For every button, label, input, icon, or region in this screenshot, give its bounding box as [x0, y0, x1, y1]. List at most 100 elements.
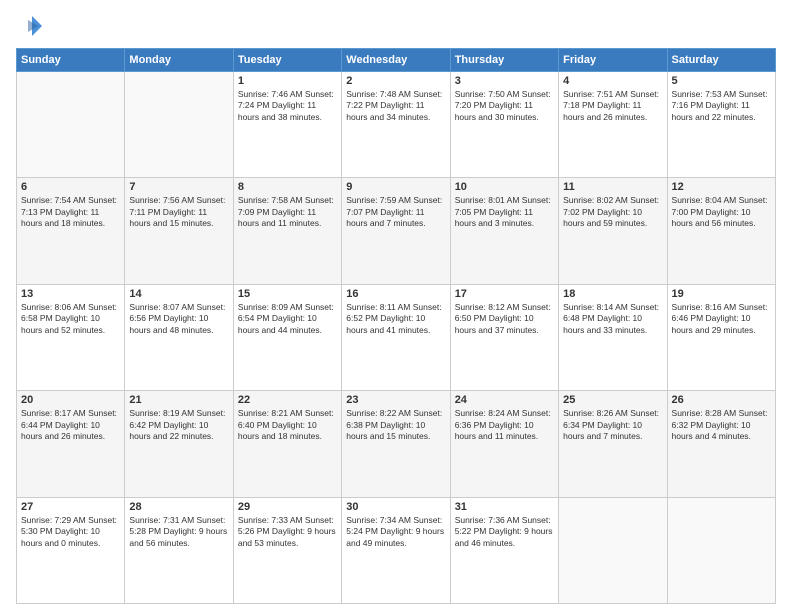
day-detail: Sunrise: 8:11 AM Sunset: 6:52 PM Dayligh…: [346, 302, 445, 336]
calendar-day-cell: 8 Sunrise: 7:58 AM Sunset: 7:09 PM Daylig…: [233, 178, 341, 284]
day-number: 14: [129, 288, 228, 300]
day-detail: Sunrise: 8:28 AM Sunset: 6:32 PM Dayligh…: [672, 408, 771, 442]
day-number: 28: [129, 501, 228, 513]
calendar-day-cell: 16 Sunrise: 8:11 AM Sunset: 6:52 PM Dayli…: [342, 284, 450, 390]
calendar-day-cell: 23 Sunrise: 8:22 AM Sunset: 6:38 PM Dayli…: [342, 391, 450, 497]
calendar-day-cell: 25Sunrise: 8:26 AM Sunset: 6:34 PM Dayli…: [559, 391, 667, 497]
calendar-day-cell: 11 Sunrise: 8:02 AM Sunset: 7:02 PM Dayli…: [559, 178, 667, 284]
logo-icon: [16, 12, 44, 40]
calendar-day-cell: [559, 497, 667, 603]
day-number: 8: [238, 181, 337, 193]
calendar-day-cell: 24Sunrise: 8:24 AM Sunset: 6:36 PM Dayli…: [450, 391, 558, 497]
day-number: 20: [21, 394, 120, 406]
day-detail: Sunrise: 7:31 AM Sunset: 5:28 PM Dayligh…: [129, 515, 228, 549]
calendar-day-cell: 14 Sunrise: 8:07 AM Sunset: 6:56 PM Dayli…: [125, 284, 233, 390]
day-number: 19: [672, 288, 771, 300]
day-detail: Sunrise: 8:17 AM Sunset: 6:44 PM Dayligh…: [21, 408, 120, 442]
calendar-day-cell: 31 Sunrise: 7:36 AM Sunset: 5:22 PM Dayli…: [450, 497, 558, 603]
calendar-day-cell: 7 Sunrise: 7:56 AM Sunset: 7:11 PM Daylig…: [125, 178, 233, 284]
calendar-day-cell: 20 Sunrise: 8:17 AM Sunset: 6:44 PM Dayli…: [17, 391, 125, 497]
calendar-day-cell: 29 Sunrise: 7:33 AM Sunset: 5:26 PM Dayli…: [233, 497, 341, 603]
calendar-day-cell: 5 Sunrise: 7:53 AM Sunset: 7:16 PM Daylig…: [667, 72, 775, 178]
calendar-day-cell: 21 Sunrise: 8:19 AM Sunset: 6:42 PM Dayli…: [125, 391, 233, 497]
day-number: 15: [238, 288, 337, 300]
calendar-day-cell: [667, 497, 775, 603]
day-number: 13: [21, 288, 120, 300]
day-detail: Sunrise: 8:22 AM Sunset: 6:38 PM Dayligh…: [346, 408, 445, 442]
day-number: 10: [455, 181, 554, 193]
day-number: 16: [346, 288, 445, 300]
calendar-day-cell: 15 Sunrise: 8:09 AM Sunset: 6:54 PM Dayli…: [233, 284, 341, 390]
day-number: 25: [563, 394, 662, 406]
calendar-day-cell: 22 Sunrise: 8:21 AM Sunset: 6:40 PM Dayli…: [233, 391, 341, 497]
calendar-day-cell: 19 Sunrise: 8:16 AM Sunset: 6:46 PM Dayli…: [667, 284, 775, 390]
day-detail: Sunrise: 7:46 AM Sunset: 7:24 PM Dayligh…: [238, 89, 337, 123]
day-detail: Sunrise: 8:04 AM Sunset: 7:00 PM Dayligh…: [672, 195, 771, 229]
calendar-day-cell: 26 Sunrise: 8:28 AM Sunset: 6:32 PM Dayli…: [667, 391, 775, 497]
day-detail: Sunrise: 8:09 AM Sunset: 6:54 PM Dayligh…: [238, 302, 337, 336]
calendar-day-cell: 2 Sunrise: 7:48 AM Sunset: 7:22 PM Daylig…: [342, 72, 450, 178]
day-detail: Sunrise: 7:56 AM Sunset: 7:11 PM Dayligh…: [129, 195, 228, 229]
day-number: 12: [672, 181, 771, 193]
day-number: 31: [455, 501, 554, 513]
day-number: 5: [672, 75, 771, 87]
day-detail: Sunrise: 8:16 AM Sunset: 6:46 PM Dayligh…: [672, 302, 771, 336]
weekday-header: Wednesday: [342, 49, 450, 72]
day-detail: Sunrise: 7:50 AM Sunset: 7:20 PM Dayligh…: [455, 89, 554, 123]
calendar-day-cell: [17, 72, 125, 178]
calendar-day-cell: 9 Sunrise: 7:59 AM Sunset: 7:07 PM Daylig…: [342, 178, 450, 284]
calendar-week-row: 20 Sunrise: 8:17 AM Sunset: 6:44 PM Dayli…: [17, 391, 776, 497]
day-detail: Sunrise: 7:58 AM Sunset: 7:09 PM Dayligh…: [238, 195, 337, 229]
day-number: 23: [346, 394, 445, 406]
day-number: 26: [672, 394, 771, 406]
day-number: 29: [238, 501, 337, 513]
day-number: 1: [238, 75, 337, 87]
day-detail: Sunrise: 8:02 AM Sunset: 7:02 PM Dayligh…: [563, 195, 662, 229]
calendar-day-cell: 27 Sunrise: 7:29 AM Sunset: 5:30 PM Dayli…: [17, 497, 125, 603]
day-detail: Sunrise: 8:19 AM Sunset: 6:42 PM Dayligh…: [129, 408, 228, 442]
weekday-header: Thursday: [450, 49, 558, 72]
day-number: 11: [563, 181, 662, 193]
calendar-day-cell: 10Sunrise: 8:01 AM Sunset: 7:05 PM Dayli…: [450, 178, 558, 284]
day-number: 9: [346, 181, 445, 193]
day-number: 18: [563, 288, 662, 300]
calendar-day-cell: 13 Sunrise: 8:06 AM Sunset: 6:58 PM Dayli…: [17, 284, 125, 390]
weekday-header: Tuesday: [233, 49, 341, 72]
day-number: 22: [238, 394, 337, 406]
day-number: 7: [129, 181, 228, 193]
day-detail: Sunrise: 8:12 AM Sunset: 6:50 PM Dayligh…: [455, 302, 554, 336]
day-detail: Sunrise: 7:29 AM Sunset: 5:30 PM Dayligh…: [21, 515, 120, 549]
calendar-day-cell: 1 Sunrise: 7:46 AM Sunset: 7:24 PM Daylig…: [233, 72, 341, 178]
calendar-day-cell: 17Sunrise: 8:12 AM Sunset: 6:50 PM Dayli…: [450, 284, 558, 390]
weekday-header: Saturday: [667, 49, 775, 72]
calendar-day-cell: 12 Sunrise: 8:04 AM Sunset: 7:00 PM Dayli…: [667, 178, 775, 284]
day-detail: Sunrise: 8:06 AM Sunset: 6:58 PM Dayligh…: [21, 302, 120, 336]
day-detail: Sunrise: 7:33 AM Sunset: 5:26 PM Dayligh…: [238, 515, 337, 549]
day-detail: Sunrise: 7:34 AM Sunset: 5:24 PM Dayligh…: [346, 515, 445, 549]
calendar-header-row: SundayMondayTuesdayWednesdayThursdayFrid…: [17, 49, 776, 72]
calendar-day-cell: 30 Sunrise: 7:34 AM Sunset: 5:24 PM Dayli…: [342, 497, 450, 603]
day-detail: Sunrise: 7:53 AM Sunset: 7:16 PM Dayligh…: [672, 89, 771, 123]
day-detail: Sunrise: 7:48 AM Sunset: 7:22 PM Dayligh…: [346, 89, 445, 123]
day-detail: Sunrise: 8:14 AM Sunset: 6:48 PM Dayligh…: [563, 302, 662, 336]
calendar-day-cell: 3Sunrise: 7:50 AM Sunset: 7:20 PM Daylig…: [450, 72, 558, 178]
day-number: 6: [21, 181, 120, 193]
calendar-week-row: 13 Sunrise: 8:06 AM Sunset: 6:58 PM Dayli…: [17, 284, 776, 390]
weekday-header: Sunday: [17, 49, 125, 72]
day-number: 30: [346, 501, 445, 513]
weekday-header: Friday: [559, 49, 667, 72]
day-detail: Sunrise: 8:21 AM Sunset: 6:40 PM Dayligh…: [238, 408, 337, 442]
day-number: 4: [563, 75, 662, 87]
calendar-day-cell: 18 Sunrise: 8:14 AM Sunset: 6:48 PM Dayli…: [559, 284, 667, 390]
day-detail: Sunrise: 7:59 AM Sunset: 7:07 PM Dayligh…: [346, 195, 445, 229]
day-number: 21: [129, 394, 228, 406]
day-number: 27: [21, 501, 120, 513]
calendar-table: SundayMondayTuesdayWednesdayThursdayFrid…: [16, 48, 776, 604]
day-number: 2: [346, 75, 445, 87]
day-detail: Sunrise: 7:36 AM Sunset: 5:22 PM Dayligh…: [455, 515, 554, 549]
weekday-header: Monday: [125, 49, 233, 72]
day-detail: Sunrise: 8:07 AM Sunset: 6:56 PM Dayligh…: [129, 302, 228, 336]
logo: [16, 12, 48, 40]
calendar-week-row: 27 Sunrise: 7:29 AM Sunset: 5:30 PM Dayli…: [17, 497, 776, 603]
calendar-week-row: 6Sunrise: 7:54 AM Sunset: 7:13 PM Daylig…: [17, 178, 776, 284]
